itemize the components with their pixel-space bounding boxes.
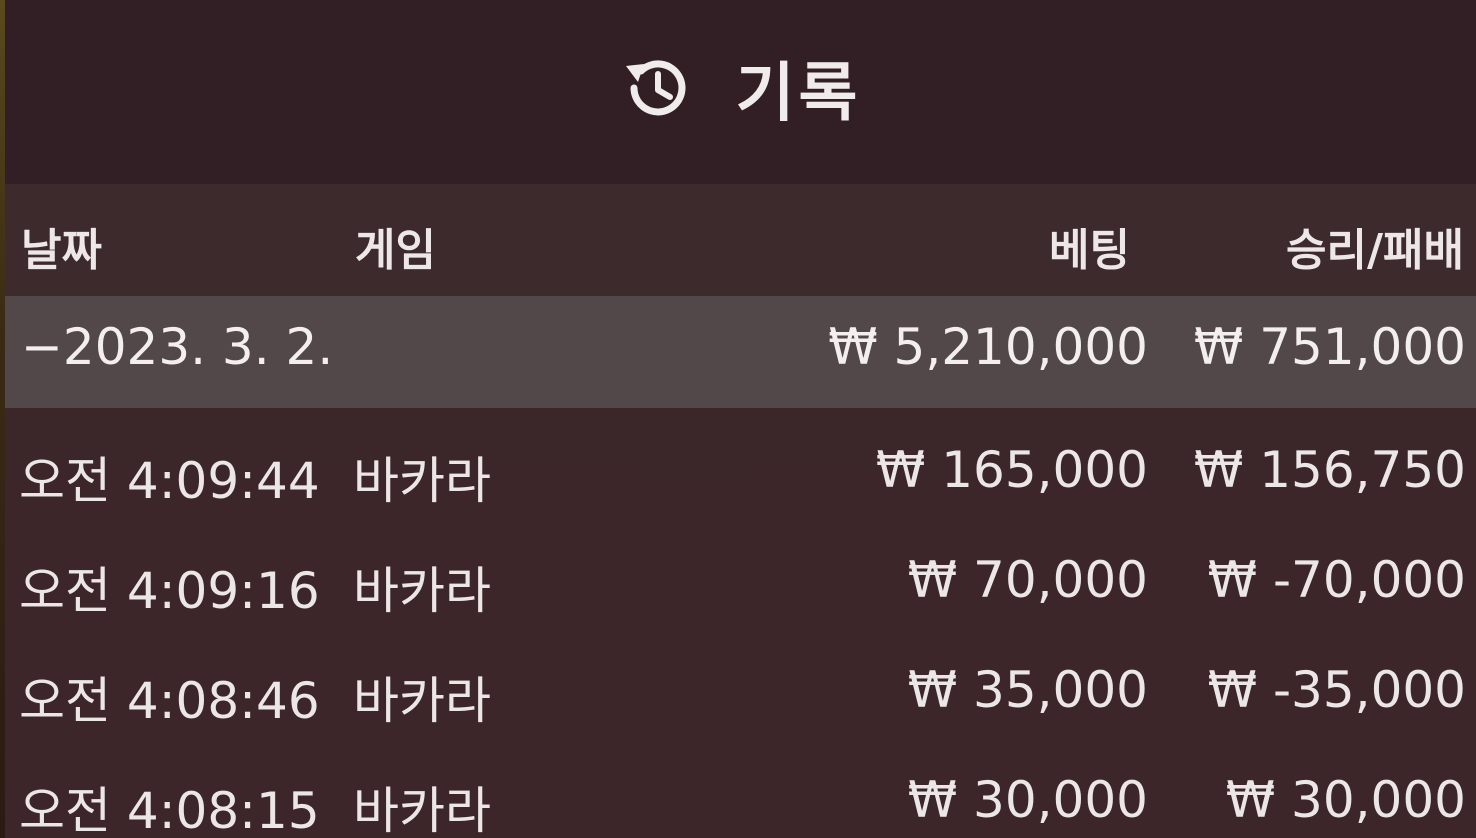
column-header-bet: 베팅 (1049, 225, 1130, 276)
table-header: 날짜 게임 베팅 승리/패배 (5, 184, 1476, 296)
row-game: 바카라 (353, 452, 491, 510)
row-time: 오전 4:09:44 (19, 452, 320, 510)
table-row[interactable]: 오전 4:08:46 바카라 ₩ 35,000 ₩ -35,000 (5, 635, 1476, 745)
row-game: 바카라 (353, 782, 491, 838)
row-bet: ₩ 70,000 (907, 551, 1148, 609)
row-game: 바카라 (353, 562, 491, 620)
column-header-win-loss: 승리/패배 (1286, 225, 1464, 276)
row-bet: ₩ 35,000 (907, 661, 1148, 719)
row-game: 바카라 (353, 672, 491, 730)
row-win-loss: ₩ -70,000 (1207, 551, 1466, 609)
row-win-loss: ₩ 30,000 (1225, 771, 1466, 829)
group-date: −2023. 3. 2. (21, 318, 334, 376)
row-win-loss: ₩ 156,750 (1193, 441, 1466, 499)
date-group-row[interactable]: −2023. 3. 2. ₩ 5,210,000 ₩ 751,000 (5, 296, 1476, 408)
column-header-game: 게임 (355, 225, 436, 276)
table-row[interactable]: 오전 4:08:15 바카라 ₩ 30,000 ₩ 30,000 (5, 745, 1476, 838)
page-title: 기록 (735, 57, 862, 131)
group-win-loss-total: ₩ 751,000 (1193, 318, 1466, 376)
row-bet: ₩ 30,000 (907, 771, 1148, 829)
row-win-loss: ₩ -35,000 (1207, 661, 1466, 719)
title-group: 기록 (620, 42, 862, 134)
group-bet-total: ₩ 5,210,000 (828, 318, 1148, 376)
column-header-date: 날짜 (21, 225, 102, 276)
history-panel: 기록 날짜 게임 베팅 승리/패배 −2023. 3. 2. ₩ 5,210,0… (0, 0, 1476, 838)
history-rows: 오전 4:09:44 바카라 ₩ 165,000 ₩ 156,750 오전 4:… (5, 415, 1476, 838)
row-time: 오전 4:08:15 (19, 782, 320, 838)
row-bet: ₩ 165,000 (875, 441, 1148, 499)
title-bar: 기록 (5, 0, 1476, 184)
history-icon (625, 60, 686, 116)
row-time: 오전 4:09:16 (19, 562, 320, 620)
table-row[interactable]: 오전 4:09:44 바카라 ₩ 165,000 ₩ 156,750 (5, 415, 1476, 525)
row-time: 오전 4:08:46 (19, 672, 320, 730)
table-row[interactable]: 오전 4:09:16 바카라 ₩ 70,000 ₩ -70,000 (5, 525, 1476, 635)
